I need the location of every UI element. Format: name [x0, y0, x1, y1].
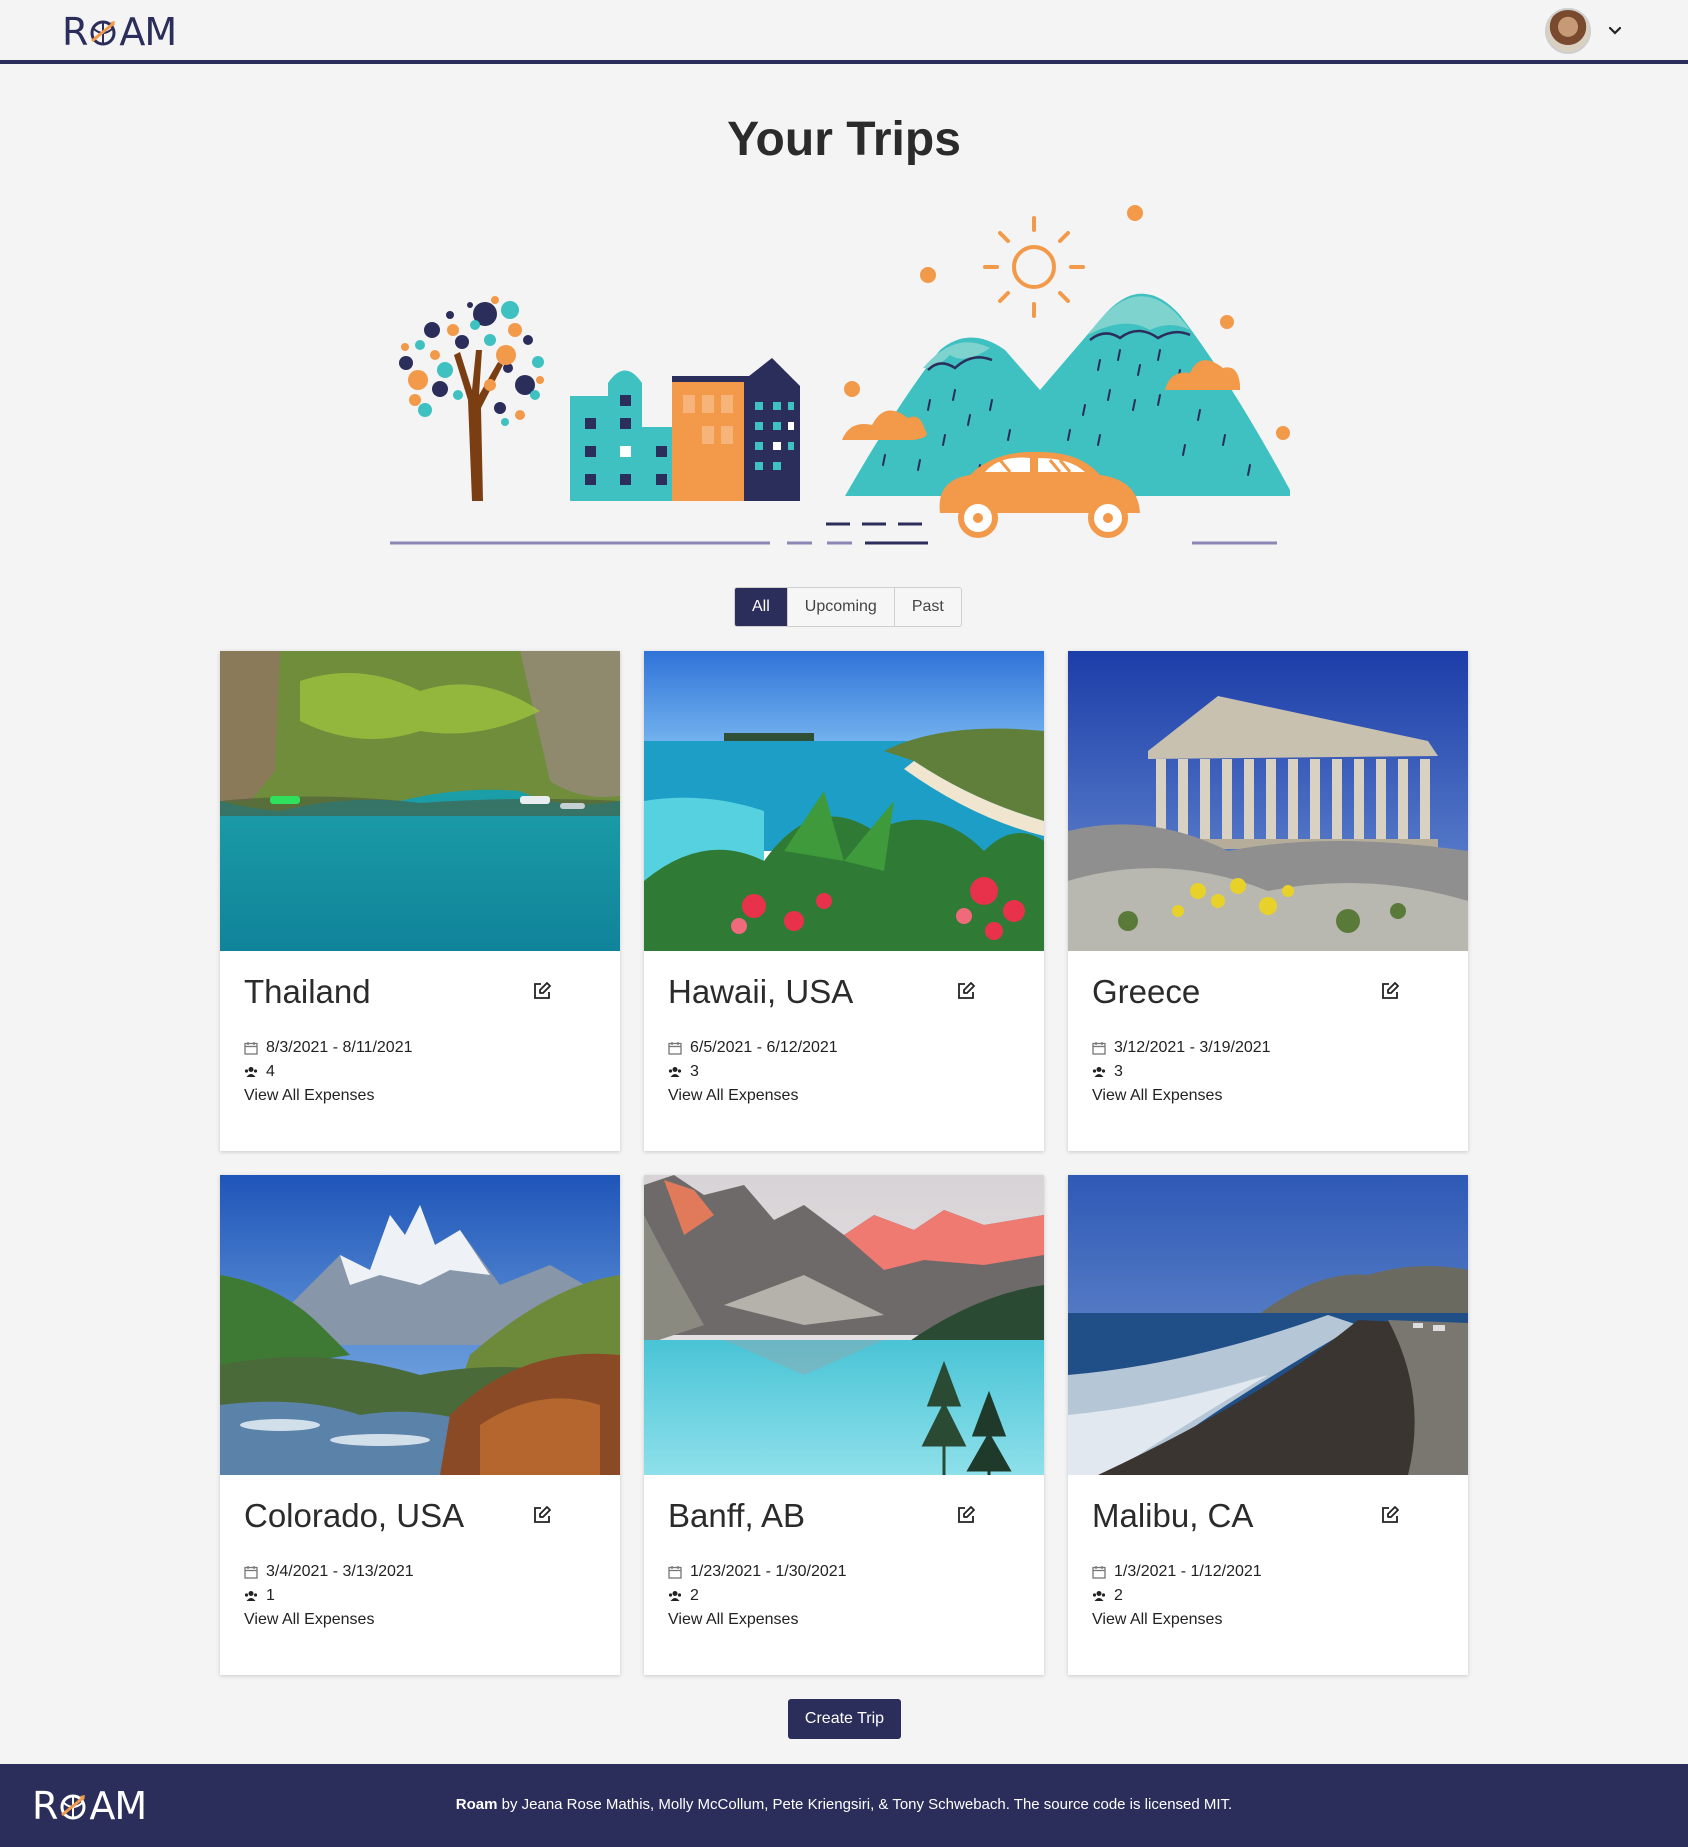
edit-icon[interactable]	[1380, 981, 1400, 1001]
trip-meta: 1/3/2021 - 1/12/2021 2 View All Expenses	[1092, 1560, 1262, 1632]
travel-illustration	[390, 205, 1290, 545]
trip-dates-row: 3/12/2021 - 3/19/2021	[1092, 1036, 1271, 1060]
trip-title[interactable]: Colorado, USA	[244, 1497, 464, 1535]
trip-travelers: 3	[1114, 1063, 1123, 1080]
globe-icon	[90, 20, 116, 46]
trip-card[interactable]: Banff, AB 1/23/2021 - 1/30/2021 2 View A…	[644, 1175, 1044, 1675]
trip-dates-row: 6/5/2021 - 6/12/2021	[668, 1036, 838, 1060]
users-icon	[244, 1591, 258, 1601]
trip-travelers: 2	[690, 1587, 699, 1604]
trip-meta: 3/4/2021 - 3/13/2021 1 View All Expenses	[244, 1560, 414, 1632]
trip-title[interactable]: Malibu, CA	[1092, 1497, 1253, 1535]
view-expenses-link[interactable]: View All Expenses	[1092, 1608, 1262, 1632]
trip-travelers: 3	[690, 1063, 699, 1080]
trip-card[interactable]: Hawaii, USA 6/5/2021 - 6/12/2021 3 View …	[644, 651, 1044, 1151]
edit-icon[interactable]	[532, 1505, 552, 1525]
calendar-icon	[244, 1042, 258, 1055]
users-icon	[668, 1591, 682, 1601]
filter-all-button[interactable]: All	[735, 588, 787, 626]
footer-credit: Roam by Jeana Rose Mathis, Molly McCollu…	[0, 1796, 1688, 1813]
filter-upcoming-button[interactable]: Upcoming	[786, 588, 894, 626]
footer-credit-text: by Jeana Rose Mathis, Molly McCollum, Pe…	[497, 1796, 1233, 1813]
trip-card[interactable]: Colorado, USA 3/4/2021 - 3/13/2021 1 Vie…	[220, 1175, 620, 1675]
trip-photo[interactable]	[1068, 651, 1468, 951]
filter-past-button[interactable]: Past	[893, 588, 961, 626]
navbar: R AM	[0, 0, 1688, 64]
trip-dates: 6/5/2021 - 6/12/2021	[690, 1039, 838, 1056]
trip-photo[interactable]	[644, 651, 1044, 951]
trip-travelers-row: 1	[244, 1584, 414, 1608]
calendar-icon	[244, 1566, 258, 1579]
footer: R AM Roam by Jeana Rose Mathis, Molly Mc…	[0, 1764, 1688, 1847]
create-trip-button[interactable]: Create Trip	[788, 1699, 901, 1739]
edit-icon[interactable]	[956, 981, 976, 1001]
view-expenses-link[interactable]: View All Expenses	[244, 1084, 413, 1108]
users-icon	[1092, 1591, 1106, 1601]
chevron-down-icon[interactable]	[1607, 23, 1623, 39]
trip-title[interactable]: Thailand	[244, 973, 371, 1011]
page-title: Your Trips	[727, 113, 961, 166]
trip-dates: 8/3/2021 - 8/11/2021	[266, 1039, 413, 1056]
trip-travelers-row: 3	[1092, 1060, 1271, 1084]
trip-dates-row: 1/23/2021 - 1/30/2021	[668, 1560, 847, 1584]
trip-title[interactable]: Banff, AB	[668, 1497, 805, 1535]
tree	[399, 296, 544, 501]
trip-photo[interactable]	[644, 1175, 1044, 1475]
roam-logo[interactable]: R AM	[62, 10, 177, 54]
trip-card[interactable]: Greece 3/12/2021 - 3/19/2021 3 View All …	[1068, 651, 1468, 1151]
edit-icon[interactable]	[956, 1505, 976, 1525]
edit-icon[interactable]	[1380, 1505, 1400, 1525]
view-expenses-link[interactable]: View All Expenses	[1092, 1084, 1271, 1108]
users-icon	[244, 1067, 258, 1077]
trip-card[interactable]: Malibu, CA 1/3/2021 - 1/12/2021 2 View A…	[1068, 1175, 1468, 1675]
trip-dates-row: 8/3/2021 - 8/11/2021	[244, 1036, 413, 1060]
view-expenses-link[interactable]: View All Expenses	[668, 1608, 847, 1632]
avatar[interactable]	[1545, 8, 1591, 54]
trip-photo[interactable]	[220, 651, 620, 951]
trip-photo[interactable]	[220, 1175, 620, 1475]
trip-meta: 8/3/2021 - 8/11/2021 4 View All Expenses	[244, 1036, 413, 1108]
buildings	[570, 358, 800, 501]
trip-travelers: 2	[1114, 1587, 1123, 1604]
edit-icon[interactable]	[532, 981, 552, 1001]
trip-card[interactable]: Thailand 8/3/2021 - 8/11/2021 4 View All…	[220, 651, 620, 1151]
trip-travelers-row: 2	[668, 1584, 847, 1608]
trip-meta: 1/23/2021 - 1/30/2021 2 View All Expense…	[668, 1560, 847, 1632]
logo-letters-am: AM	[119, 10, 177, 54]
trip-dates: 3/4/2021 - 3/13/2021	[266, 1563, 414, 1580]
view-expenses-link[interactable]: View All Expenses	[244, 1608, 414, 1632]
trip-meta: 3/12/2021 - 3/19/2021 3 View All Expense…	[1092, 1036, 1271, 1108]
trip-dates-row: 1/3/2021 - 1/12/2021	[1092, 1560, 1262, 1584]
trip-grid: Thailand 8/3/2021 - 8/11/2021 4 View All…	[220, 651, 1468, 1675]
footer-brand: Roam	[455, 1796, 498, 1813]
trip-travelers: 1	[266, 1587, 275, 1604]
trip-travelers: 4	[266, 1063, 275, 1080]
trip-title[interactable]: Greece	[1092, 973, 1200, 1011]
trip-travelers-row: 3	[668, 1060, 838, 1084]
calendar-icon	[1092, 1042, 1106, 1055]
trip-dates: 1/23/2021 - 1/30/2021	[690, 1563, 847, 1580]
trip-meta: 6/5/2021 - 6/12/2021 3 View All Expenses	[668, 1036, 838, 1108]
trip-photo[interactable]	[1068, 1175, 1468, 1475]
trip-title[interactable]: Hawaii, USA	[668, 973, 853, 1011]
trip-dates: 1/3/2021 - 1/12/2021	[1114, 1563, 1262, 1580]
users-icon	[668, 1067, 682, 1077]
view-expenses-link[interactable]: View All Expenses	[668, 1084, 838, 1108]
sun	[983, 216, 1085, 318]
calendar-icon	[1092, 1566, 1106, 1579]
users-icon	[1092, 1067, 1106, 1077]
trip-dates-row: 3/4/2021 - 3/13/2021	[244, 1560, 414, 1584]
user-menu[interactable]	[1545, 8, 1623, 54]
trip-travelers-row: 2	[1092, 1584, 1262, 1608]
trip-filter: All Upcoming Past	[734, 587, 962, 627]
logo-letter-r: R	[62, 10, 88, 54]
calendar-icon	[668, 1566, 682, 1579]
trip-travelers-row: 4	[244, 1060, 413, 1084]
calendar-icon	[668, 1042, 682, 1055]
trip-dates: 3/12/2021 - 3/19/2021	[1114, 1039, 1271, 1056]
